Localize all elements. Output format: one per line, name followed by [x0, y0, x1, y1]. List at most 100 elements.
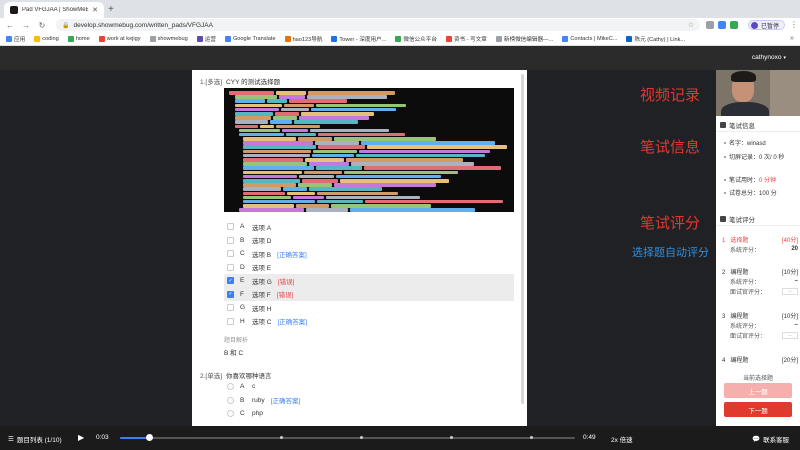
option-row[interactable]: D 选项 E	[224, 261, 514, 275]
browser-tab[interactable]: Pad VFGJAA | ShowMeBug ✕	[4, 2, 104, 18]
extension-icon[interactable]	[706, 21, 714, 29]
option-row[interactable]: B 选项 D	[224, 234, 514, 248]
checkbox-checked-icon[interactable]: ✓	[227, 277, 234, 285]
score-item-type: 编程题	[730, 269, 749, 276]
bookmark-item[interactable]: 陈元 (Cathy) | Link...	[626, 35, 685, 43]
option-text: 选项 A	[252, 224, 272, 232]
bookmark-item[interactable]: hao123导航	[284, 35, 322, 43]
bookmark-item[interactable]: coding	[34, 35, 59, 42]
option-row[interactable]: Bruby [正确答案]	[224, 394, 514, 408]
bookmark-item[interactable]: 新榜微信编辑器—...	[495, 35, 553, 43]
bookmark-item[interactable]: 微信公众平台	[395, 35, 437, 43]
score-item-type: 选择题	[730, 237, 749, 244]
radio-icon[interactable]	[227, 396, 234, 404]
score-item[interactable]: 4 编程题 [20分]	[722, 354, 798, 364]
progress-knob[interactable]	[146, 434, 154, 441]
score-item[interactable]: 3 编程题 [10分] 系统评分： – 面试官评分： –	[722, 310, 798, 340]
score-item[interactable]: 1 选择题 [40分] 系统评分： 20	[722, 234, 798, 254]
bookmark-item[interactable]: work at kejigy	[98, 35, 141, 42]
bookmark-label: Google Translate	[232, 35, 276, 42]
code-token	[243, 162, 307, 166]
progress-marker[interactable]	[450, 436, 453, 439]
radio-icon[interactable]	[227, 383, 234, 391]
used-label: 笔试用时：	[729, 178, 760, 184]
code-token	[349, 208, 476, 212]
bookmark-star-icon[interactable]: ☆	[688, 21, 694, 29]
code-token	[235, 99, 266, 103]
video-person-shirt	[721, 102, 769, 116]
support-button[interactable]: 💬 联系客服	[752, 434, 789, 444]
option-row[interactable]: C 选项 B [正确答案]	[224, 247, 514, 261]
interviewer-score-input[interactable]: –	[782, 331, 798, 339]
bookmark-item[interactable]: Contacts | MikeC...	[562, 35, 617, 42]
checkbox-checked-icon[interactable]: ✓	[227, 290, 234, 298]
play-icon[interactable]: ▶	[78, 433, 84, 442]
option-row[interactable]: Ac	[224, 380, 514, 394]
interviewer-score-input[interactable]: –	[782, 287, 798, 295]
info-section-header: 笔试信息	[716, 118, 800, 132]
back-icon[interactable]: ←	[6, 21, 14, 30]
option-row[interactable]: A 选项 A	[224, 220, 514, 234]
list-icon: ☰	[8, 436, 14, 443]
bookmark-item[interactable]: 应用	[6, 35, 25, 43]
progress-track[interactable]	[120, 437, 575, 439]
bookmark-item[interactable]: 运营	[196, 35, 216, 43]
system-score-value: –	[794, 322, 798, 328]
checkbox-icon[interactable]	[227, 304, 234, 312]
bookmark-item[interactable]: Tower - 深度用户...	[331, 35, 386, 43]
bookmarks-overflow-icon[interactable]: »	[790, 35, 794, 42]
current-question-label: 当前选择题	[742, 376, 773, 382]
checkbox-icon[interactable]	[227, 317, 234, 325]
video-background	[770, 70, 800, 116]
annotation-video: 视频记录	[640, 86, 701, 104]
option-row[interactable]: ✓ F 选项 F [错误]	[224, 287, 514, 301]
prev-question-button[interactable]: 上一题	[724, 383, 792, 398]
video-person-hair	[731, 71, 756, 82]
forward-icon[interactable]: →	[22, 21, 30, 30]
next-question-button[interactable]: 下一题	[724, 402, 792, 417]
speed-button[interactable]: 2x 倍速	[611, 434, 633, 444]
progress-marker[interactable]	[280, 436, 283, 439]
option-row[interactable]: Cphp	[224, 407, 514, 421]
score-item-title: 4 编程题	[722, 355, 748, 364]
scrollbar[interactable]	[521, 74, 524, 404]
progress-marker[interactable]	[530, 436, 533, 439]
score-item[interactable]: 2 编程题 [10分] 系统评分： – 面试官评分： –	[722, 266, 798, 296]
new-tab-icon[interactable]: +	[108, 4, 114, 15]
checkbox-icon[interactable]	[227, 223, 234, 231]
code-token	[361, 141, 496, 145]
extension-icon[interactable]	[730, 21, 738, 29]
progress-marker[interactable]	[360, 436, 363, 439]
code-token	[276, 91, 306, 95]
playback-bar: ☰ 题目列表 (1/10) ▶ 0:03 0:49 2x 倍速 💬 联系客服	[0, 426, 800, 450]
bookmark-item[interactable]: Google Translate	[224, 35, 276, 42]
code-token	[311, 107, 396, 112]
radio-icon[interactable]	[227, 410, 234, 418]
bookmark-item[interactable]: showmebug	[149, 35, 188, 42]
option-row[interactable]: G 选项 H	[224, 301, 514, 315]
profile-button[interactable]: 已暂停	[748, 20, 786, 30]
reload-icon[interactable]: ↻	[38, 21, 46, 30]
checkbox-icon[interactable]	[227, 250, 234, 258]
bookmark-icon	[562, 35, 569, 42]
option-letter: B	[240, 236, 245, 244]
interviewer-score-label: 面试官评分：	[730, 289, 767, 296]
option-row[interactable]: ✓ E 选项 G [错误]	[224, 274, 514, 288]
close-tab-icon[interactable]: ✕	[92, 6, 98, 14]
question-list-button[interactable]: ☰ 题目列表 (1/10)	[8, 434, 62, 444]
address-bar[interactable]: 🔒 develop.showmebug.com/written_pads/VFG…	[56, 19, 700, 31]
option-row[interactable]: H 选项 C [正确答案]	[224, 315, 514, 329]
checkbox-icon[interactable]	[227, 236, 234, 244]
option-letter: C	[240, 250, 245, 258]
annotation-score: 笔试评分	[640, 214, 701, 232]
bookmark-label: 微信公众平台	[403, 36, 437, 43]
extension-icon[interactable]	[718, 21, 726, 29]
code-line	[229, 145, 509, 150]
system-score-value: –	[794, 278, 798, 284]
bookmark-item[interactable]: home	[67, 35, 90, 42]
browser-menu-icon[interactable]: ⋮	[790, 20, 798, 29]
bookmark-item[interactable]: 资书 - 写文章	[445, 35, 487, 43]
user-menu[interactable]: cathynoxo ▾	[752, 54, 786, 61]
checkbox-icon[interactable]	[227, 263, 234, 271]
code-token	[229, 91, 275, 95]
